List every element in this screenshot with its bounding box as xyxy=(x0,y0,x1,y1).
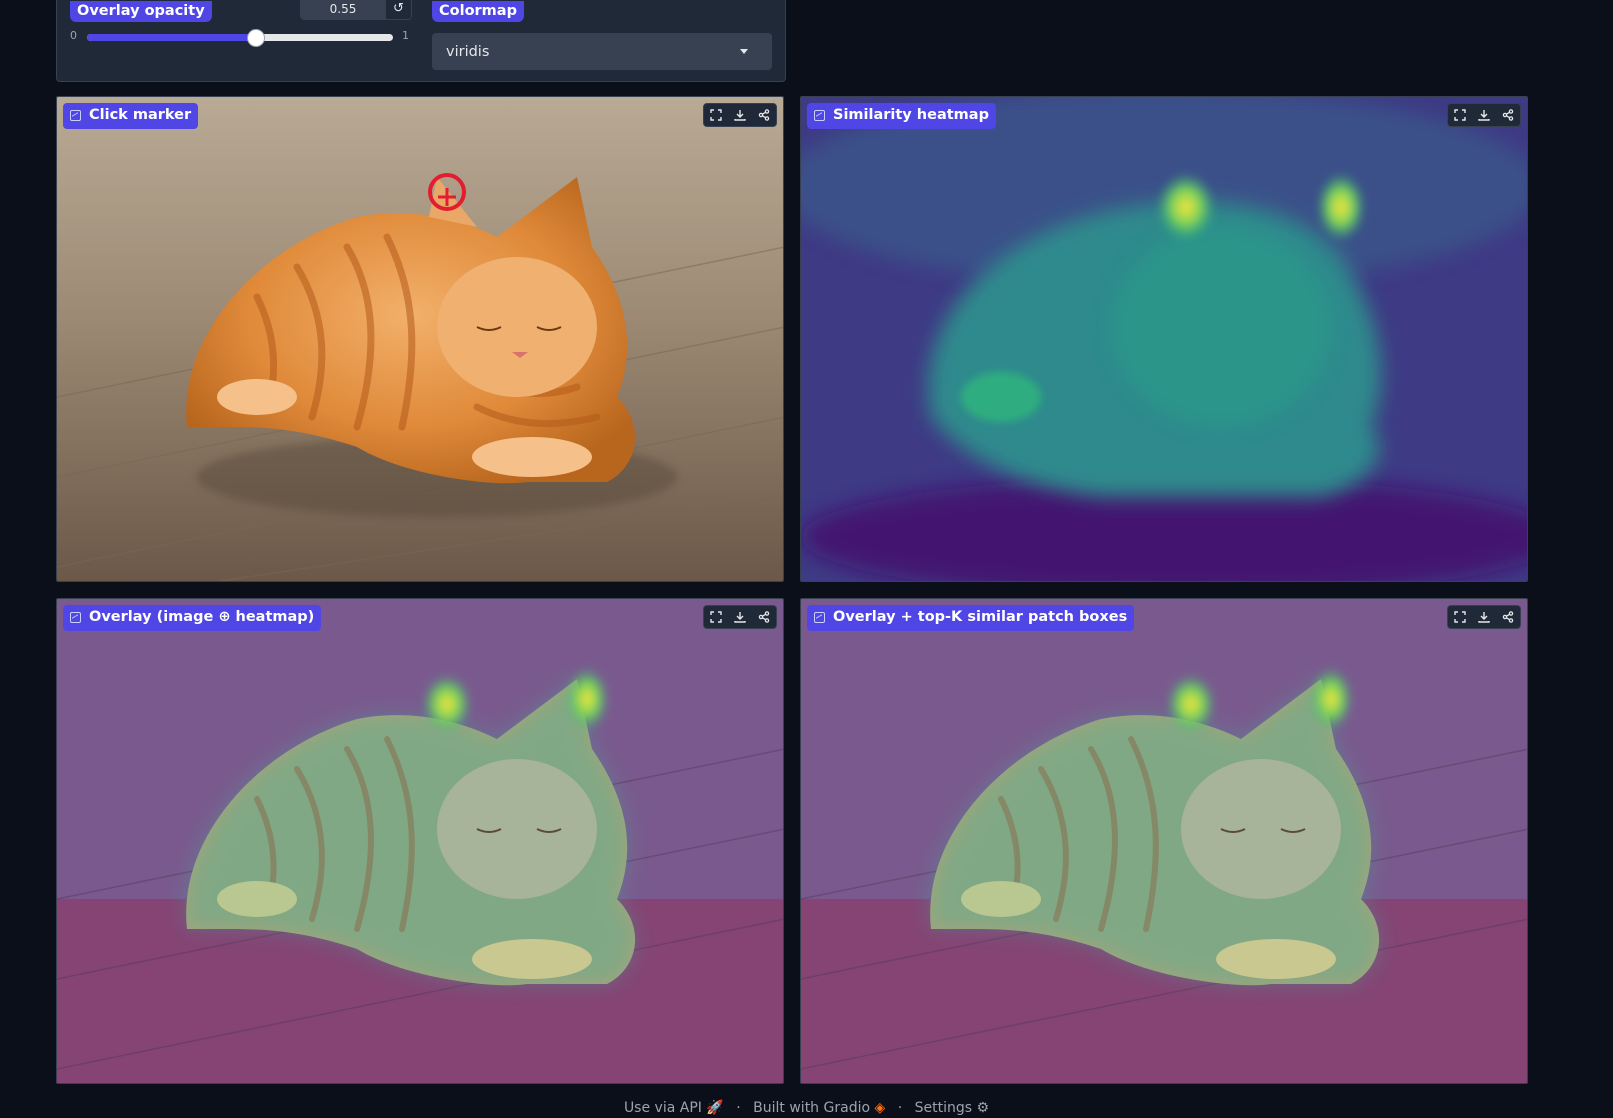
similarity-heatmap-panel[interactable]: Similarity heatmap xyxy=(800,96,1528,582)
overlay-panel[interactable]: Overlay (image ⊕ heatmap) xyxy=(56,598,784,1084)
gradio-logo-icon: ◈ xyxy=(874,1100,886,1116)
overlay-topk-image[interactable] xyxy=(801,599,1528,1084)
opacity-slider-fill xyxy=(87,34,256,41)
download-icon[interactable] xyxy=(1472,104,1496,126)
colormap-dropdown[interactable]: viridis xyxy=(432,33,772,70)
slider-min-label: 0 xyxy=(70,29,77,42)
download-icon[interactable] xyxy=(728,606,752,628)
fullscreen-icon[interactable] xyxy=(704,606,728,628)
overlay-topk-panel[interactable]: Overlay + top-K similar patch boxes xyxy=(800,598,1528,1084)
share-icon[interactable] xyxy=(1496,606,1520,628)
reset-icon[interactable]: ↺ xyxy=(385,0,411,19)
image-toolbar xyxy=(1447,103,1521,127)
image-icon xyxy=(70,611,81,623)
colormap-label: Colormap xyxy=(432,1,524,22)
overlay-image[interactable] xyxy=(57,599,784,1084)
image-toolbar xyxy=(1447,605,1521,629)
cat-photo[interactable] xyxy=(57,97,784,582)
opacity-label: Overlay opacity xyxy=(70,1,212,22)
fullscreen-icon[interactable] xyxy=(704,104,728,126)
footer-separator: · xyxy=(736,1100,741,1116)
image-toolbar xyxy=(703,103,777,127)
opacity-slider-thumb[interactable] xyxy=(247,29,266,47)
opacity-number-box: 0.55 ↺ xyxy=(300,0,412,20)
share-icon[interactable] xyxy=(752,606,776,628)
fullscreen-icon[interactable] xyxy=(1448,104,1472,126)
share-icon[interactable] xyxy=(1496,104,1520,126)
image-icon xyxy=(70,109,81,121)
built-with-gradio-link[interactable]: Built with Gradio xyxy=(753,1100,870,1116)
overlay-label: Overlay (image ⊕ heatmap) xyxy=(89,609,315,625)
similarity-label: Similarity heatmap xyxy=(833,107,989,123)
download-icon[interactable] xyxy=(1472,606,1496,628)
image-icon xyxy=(814,109,825,121)
colormap-selected: viridis xyxy=(446,43,490,60)
share-icon[interactable] xyxy=(752,104,776,126)
click-marker-panel[interactable]: Click marker xyxy=(56,96,784,582)
fullscreen-icon[interactable] xyxy=(1448,606,1472,628)
footer-separator: · xyxy=(897,1100,903,1116)
use-via-api-link[interactable]: Use via API xyxy=(624,1100,702,1116)
similarity-label-chip: Similarity heatmap xyxy=(807,103,996,129)
rocket-icon: 🚀 xyxy=(706,1100,724,1116)
chevron-down-icon xyxy=(740,49,748,54)
slider-max-label: 1 xyxy=(402,29,409,42)
download-icon[interactable] xyxy=(728,104,752,126)
image-icon xyxy=(814,611,825,623)
gear-icon: ⚙ xyxy=(976,1100,990,1116)
opacity-number-input[interactable]: 0.55 xyxy=(301,0,385,19)
image-toolbar xyxy=(703,605,777,629)
settings-link[interactable]: Settings xyxy=(915,1100,972,1116)
opacity-slider[interactable] xyxy=(87,29,393,47)
overlay-label-chip: Overlay (image ⊕ heatmap) xyxy=(63,605,322,631)
click-marker-label: Click marker xyxy=(89,107,192,123)
overlay-topk-label: Overlay + top-K similar patch boxes xyxy=(833,609,1128,625)
heatmap-image[interactable] xyxy=(801,97,1528,582)
footer: Use via API 🚀 · Built with Gradio ◈ · Se… xyxy=(0,1100,1613,1116)
overlay-topk-label-chip: Overlay + top-K similar patch boxes xyxy=(807,605,1135,631)
controls-panel: Overlay opacity 0.55 ↺ 0 1 Colormap viri… xyxy=(56,0,786,82)
click-marker-label-chip: Click marker xyxy=(63,103,199,129)
